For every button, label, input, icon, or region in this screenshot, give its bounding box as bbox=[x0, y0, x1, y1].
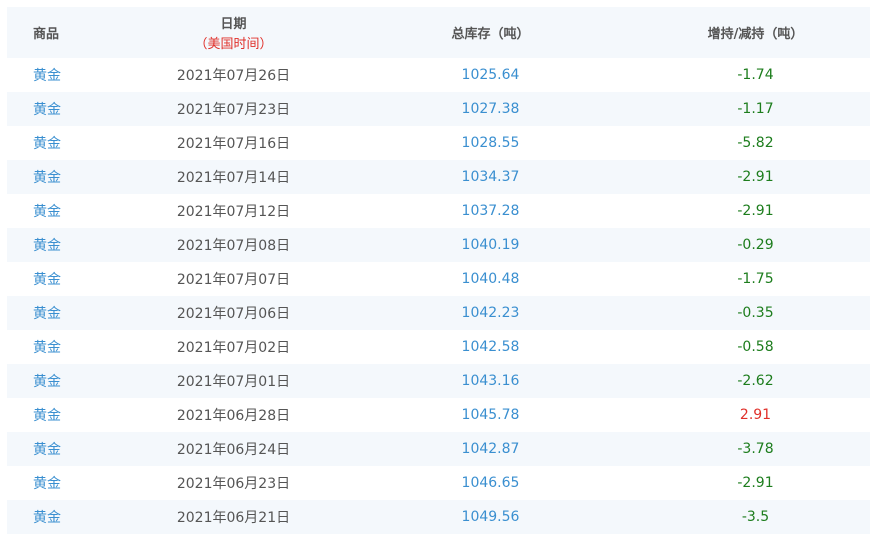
table-row: 黄金 2021年07月26日 1025.64 -1.74 bbox=[7, 58, 870, 92]
date-cell: 2021年07月02日 bbox=[176, 340, 291, 356]
date-cell: 2021年07月07日 bbox=[176, 272, 291, 288]
change-cell: -0.58 bbox=[737, 339, 774, 355]
table-row: 黄金 2021年06月21日 1049.56 -3.5 bbox=[7, 500, 870, 534]
header-date-note: （美国时间） bbox=[194, 37, 273, 52]
change-cell: -2.91 bbox=[737, 169, 774, 185]
total-stock-cell: 1028.55 bbox=[461, 135, 520, 151]
table-header-row: 商品 日期 （美国时间） 总库存（吨） 增持/减持（吨） bbox=[7, 7, 870, 58]
change-cell: -2.91 bbox=[737, 475, 774, 491]
change-cell: -0.29 bbox=[737, 237, 774, 253]
date-cell: 2021年06月21日 bbox=[176, 510, 291, 526]
table-row: 黄金 2021年07月14日 1034.37 -2.91 bbox=[7, 160, 870, 194]
change-cell: -3.5 bbox=[741, 509, 770, 525]
commodity-link[interactable]: 黄金 bbox=[7, 398, 127, 432]
date-cell: 2021年07月16日 bbox=[176, 136, 291, 152]
change-cell: 2.91 bbox=[739, 407, 772, 423]
date-cell: 2021年07月01日 bbox=[176, 374, 291, 390]
table-header: 商品 日期 （美国时间） 总库存（吨） 增持/减持（吨） bbox=[7, 7, 870, 58]
total-stock-cell: 1034.37 bbox=[461, 169, 520, 185]
commodity-link[interactable]: 黄金 bbox=[7, 194, 127, 228]
date-cell: 2021年07月06日 bbox=[176, 306, 291, 322]
commodity-link[interactable]: 黄金 bbox=[7, 58, 127, 92]
gold-holdings-table: 商品 日期 （美国时间） 总库存（吨） 增持/减持（吨） 黄金 2021年07月2… bbox=[7, 7, 870, 534]
header-total-stock: 总库存（吨） bbox=[451, 27, 530, 42]
table-row: 黄金 2021年07月02日 1042.58 -0.58 bbox=[7, 330, 870, 364]
header-change: 增持/减持（吨） bbox=[707, 27, 804, 42]
change-cell: -0.35 bbox=[737, 305, 774, 321]
change-cell: -1.17 bbox=[737, 101, 774, 117]
total-stock-cell: 1042.23 bbox=[461, 305, 520, 321]
total-stock-cell: 1037.28 bbox=[461, 203, 520, 219]
total-stock-cell: 1049.56 bbox=[461, 509, 520, 525]
commodity-link[interactable]: 黄金 bbox=[7, 296, 127, 330]
commodity-link[interactable]: 黄金 bbox=[7, 432, 127, 466]
table-row: 黄金 2021年07月07日 1040.48 -1.75 bbox=[7, 262, 870, 296]
date-cell: 2021年07月26日 bbox=[176, 68, 291, 84]
total-stock-cell: 1042.58 bbox=[461, 339, 520, 355]
header-date: 日期 （美国时间） bbox=[127, 7, 340, 58]
table-row: 黄金 2021年07月12日 1037.28 -2.91 bbox=[7, 194, 870, 228]
change-cell: -5.82 bbox=[737, 135, 774, 151]
date-cell: 2021年06月28日 bbox=[176, 408, 291, 424]
commodity-link[interactable]: 黄金 bbox=[7, 466, 127, 500]
table-row: 黄金 2021年07月08日 1040.19 -0.29 bbox=[7, 228, 870, 262]
total-stock-cell: 1043.16 bbox=[461, 373, 520, 389]
change-cell: -1.74 bbox=[737, 67, 774, 83]
commodity-link[interactable]: 黄金 bbox=[7, 262, 127, 296]
total-stock-cell: 1040.48 bbox=[461, 271, 520, 287]
table-row: 黄金 2021年06月24日 1042.87 -3.78 bbox=[7, 432, 870, 466]
total-stock-cell: 1027.38 bbox=[461, 101, 520, 117]
change-cell: -3.78 bbox=[737, 441, 774, 457]
commodity-link[interactable]: 黄金 bbox=[7, 364, 127, 398]
change-cell: -2.62 bbox=[737, 373, 774, 389]
table-row: 黄金 2021年07月23日 1027.38 -1.17 bbox=[7, 92, 870, 126]
commodity-link[interactable]: 黄金 bbox=[7, 126, 127, 160]
total-stock-cell: 1045.78 bbox=[461, 407, 520, 423]
commodity-link[interactable]: 黄金 bbox=[7, 330, 127, 364]
change-cell: -1.75 bbox=[737, 271, 774, 287]
date-cell: 2021年06月24日 bbox=[176, 442, 291, 458]
table-row: 黄金 2021年07月06日 1042.23 -0.35 bbox=[7, 296, 870, 330]
total-stock-cell: 1042.87 bbox=[461, 441, 520, 457]
commodity-link[interactable]: 黄金 bbox=[7, 500, 127, 534]
gold-holdings-table-container: 商品 日期 （美国时间） 总库存（吨） 增持/减持（吨） 黄金 2021年07月2… bbox=[7, 7, 870, 534]
commodity-link[interactable]: 黄金 bbox=[7, 160, 127, 194]
date-cell: 2021年07月12日 bbox=[176, 204, 291, 220]
commodity-link[interactable]: 黄金 bbox=[7, 92, 127, 126]
table-row: 黄金 2021年06月23日 1046.65 -2.91 bbox=[7, 466, 870, 500]
date-cell: 2021年07月14日 bbox=[176, 170, 291, 186]
change-cell: -2.91 bbox=[737, 203, 774, 219]
date-cell: 2021年07月08日 bbox=[176, 238, 291, 254]
header-date-label: 日期 bbox=[220, 17, 247, 32]
table-row: 黄金 2021年07月16日 1028.55 -5.82 bbox=[7, 126, 870, 160]
table-row: 黄金 2021年06月28日 1045.78 2.91 bbox=[7, 398, 870, 432]
table-body: 黄金 2021年07月26日 1025.64 -1.74 黄金 2021年07月23日 10… bbox=[7, 58, 870, 534]
total-stock-cell: 1040.19 bbox=[461, 237, 520, 253]
date-cell: 2021年06月23日 bbox=[176, 476, 291, 492]
date-cell: 2021年07月23日 bbox=[176, 102, 291, 118]
total-stock-cell: 1025.64 bbox=[461, 67, 520, 83]
table-row: 黄金 2021年07月01日 1043.16 -2.62 bbox=[7, 364, 870, 398]
total-stock-cell: 1046.65 bbox=[461, 475, 520, 491]
commodity-link[interactable]: 黄金 bbox=[7, 228, 127, 262]
header-commodity: 商品 bbox=[33, 27, 60, 42]
